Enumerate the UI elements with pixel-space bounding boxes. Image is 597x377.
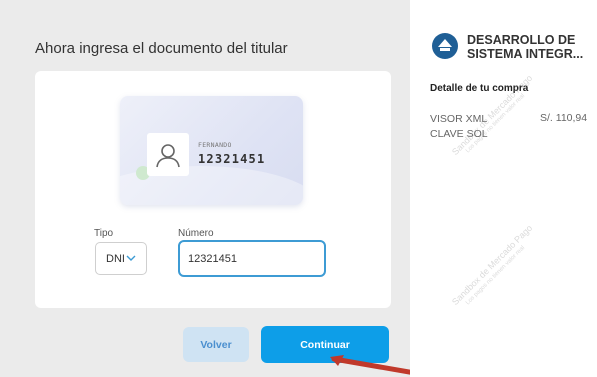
page-title: Ahora ingresa el documento del titular xyxy=(35,40,288,57)
id-card-number: 12321451 xyxy=(198,152,266,166)
merchant-name-line1: DESARROLLO DE xyxy=(467,33,576,47)
watermark-text: Sandbox de Mercado Pago xyxy=(450,222,535,308)
numero-label: Número xyxy=(178,228,214,239)
user-icon xyxy=(156,143,180,167)
item-price: S/. 110,94 xyxy=(540,112,588,124)
merchant-name-line2: SISTEMA INTEGR... xyxy=(467,47,584,61)
document-number-input[interactable]: 12321451 xyxy=(178,240,326,277)
back-button[interactable]: Volver xyxy=(183,327,249,362)
id-photo xyxy=(147,133,189,176)
tipo-label: Tipo xyxy=(94,228,114,239)
document-type-select[interactable]: DNI xyxy=(95,242,147,275)
id-card-name: FERNANDO xyxy=(198,141,232,149)
merchant-logo-icon xyxy=(438,39,452,51)
main-panel: Ahora ingresa el documento del titular F… xyxy=(0,0,440,377)
merchant-name: DESARROLLO DE SISTEMA INTEGR... xyxy=(467,33,595,61)
merchant-logo xyxy=(432,33,458,59)
document-card: FERNANDO 12321451 Tipo DNI Número 123214… xyxy=(35,71,391,308)
order-summary-panel: DESARROLLO DE SISTEMA INTEGR... Detalle … xyxy=(410,0,597,377)
id-card-illustration: FERNANDO 12321451 xyxy=(120,96,303,205)
chevron-down-icon xyxy=(126,255,136,261)
document-number-value: 12321451 xyxy=(188,252,237,265)
document-type-value: DNI xyxy=(106,252,125,265)
